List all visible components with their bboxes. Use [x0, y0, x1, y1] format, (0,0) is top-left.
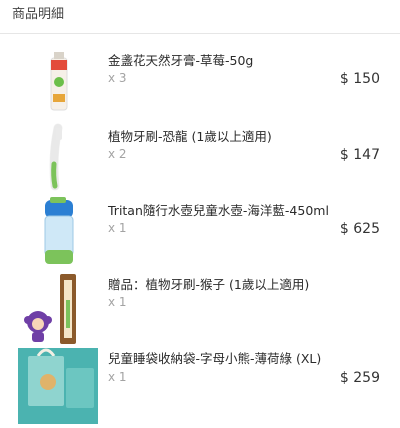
list-item[interactable]: 植物牙刷-恐龍 (1歲以上適用) x 2 $ 147: [0, 120, 400, 196]
item-price: $ 625: [339, 221, 380, 237]
monkey-toothbrush-icon: [24, 274, 76, 344]
list-item[interactable]: Tritan隨行水壺兒童水壺-海洋藍-450ml x 1 $ 625: [0, 196, 400, 272]
item-quantity: x 2: [108, 147, 127, 161]
list-item[interactable]: 兒童睡袋收納袋-字母小熊-薄荷綠 (XL) x 1 $ 259: [0, 348, 400, 424]
item-quantity: x 1: [108, 370, 127, 384]
water-bottle-icon: [44, 197, 74, 264]
section-title: 商品明細: [12, 7, 65, 22]
item-name: 兒童睡袋收納袋-字母小熊-薄荷綠 (XL): [108, 351, 322, 366]
item-quantity: x 3: [108, 71, 127, 85]
product-image: [18, 120, 98, 196]
item-name: 金盞花天然牙膏-草莓-50g: [108, 53, 254, 68]
item-price: $ 147: [339, 147, 380, 163]
item-name: 植物牙刷-恐龍 (1歲以上適用): [108, 129, 272, 144]
item-price: $ 150: [339, 71, 380, 87]
section-header: 商品明細: [0, 0, 400, 34]
product-image: [18, 272, 98, 348]
item-quantity: x 1: [108, 221, 127, 235]
product-image: [18, 348, 98, 424]
item-name: Tritan隨行水壺兒童水壺-海洋藍-450ml: [108, 203, 329, 218]
list-item[interactable]: 贈品：植物牙刷-猴子 (1歲以上適用) x 1: [0, 272, 400, 348]
storage-bag-icon: [18, 348, 98, 424]
list-item[interactable]: 金盞花天然牙膏-草莓-50g x 3 $ 150: [0, 44, 400, 120]
toothbrush-icon: [49, 123, 63, 191]
product-image: [18, 44, 98, 120]
item-price: $ 259: [339, 370, 380, 386]
item-quantity: x 1: [108, 295, 127, 309]
toothpaste-tube-icon: [50, 52, 68, 111]
product-image: [18, 196, 98, 272]
item-name: 贈品：植物牙刷-猴子 (1歲以上適用): [108, 277, 310, 292]
